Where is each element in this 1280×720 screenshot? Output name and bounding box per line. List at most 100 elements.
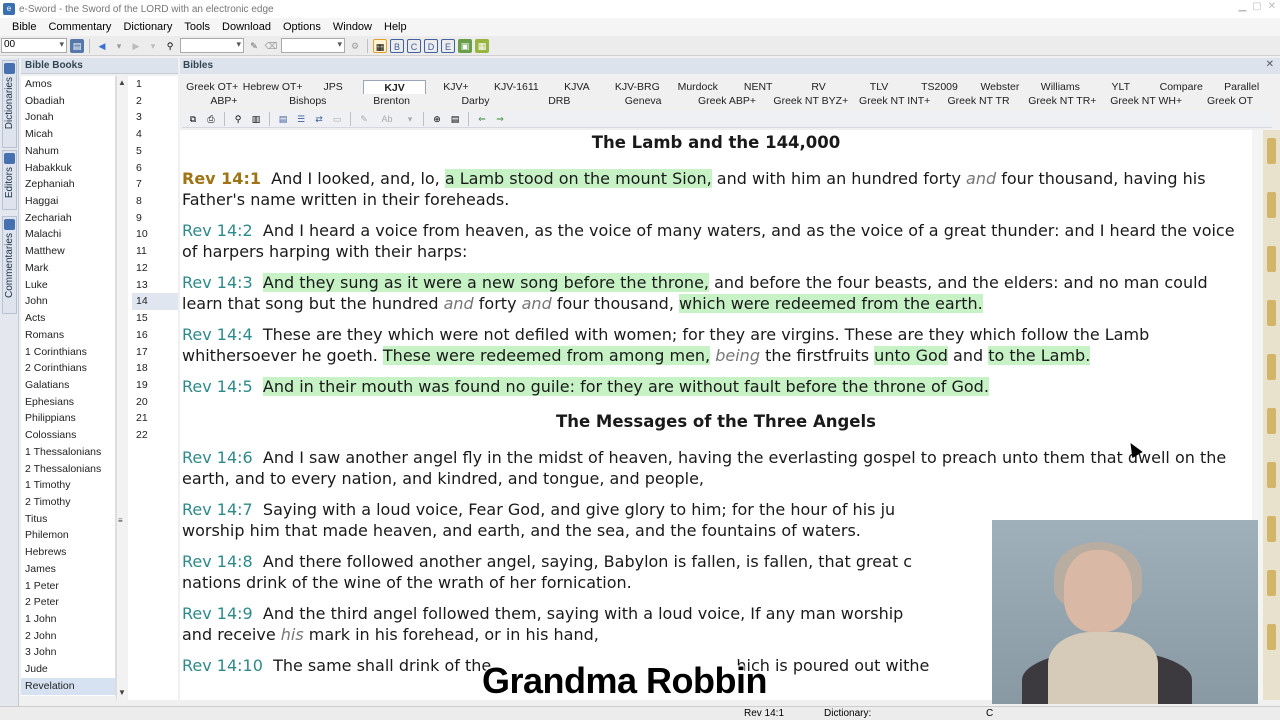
chapter-item[interactable]: 13 (132, 277, 178, 294)
bible-tab[interactable]: Compare (1151, 80, 1211, 94)
bible-tab[interactable]: Parallel (1211, 80, 1271, 94)
bookmark-tab-icon[interactable] (1267, 516, 1276, 542)
tab-editors[interactable]: Editors (2, 150, 17, 210)
book-item[interactable]: 1 John (21, 611, 115, 628)
tab-commentaries[interactable]: Commentaries (2, 216, 17, 314)
bible-tab[interactable]: Greek NT TR+ (1020, 94, 1104, 108)
forward-arrow-icon[interactable]: ▶ (129, 39, 143, 53)
print-icon[interactable]: ⎙ (204, 112, 218, 126)
book-item[interactable]: 1 Peter (21, 578, 115, 595)
bible-tab[interactable]: TS2009 (909, 80, 969, 94)
book-item[interactable]: James (21, 561, 115, 578)
chapter-item[interactable]: 12 (132, 260, 178, 277)
forward-dropdown-icon[interactable]: ▾ (146, 39, 160, 53)
highlight-color-combo[interactable] (281, 38, 345, 53)
bookmark-tab-icon[interactable] (1267, 354, 1276, 380)
book-item[interactable]: Luke (21, 277, 115, 294)
next-chapter-icon[interactable]: ⇒ (493, 112, 507, 126)
bible-tab[interactable]: KJV+ (426, 80, 486, 94)
book-item[interactable]: Haggai (21, 193, 115, 210)
chapter-item[interactable]: 6 (132, 160, 178, 177)
bookmark-tab-icon[interactable] (1267, 624, 1276, 650)
bible-tab[interactable]: Greek ABP+ (685, 94, 769, 108)
book-item[interactable]: Matthew (21, 243, 115, 260)
book-item[interactable]: Jonah (21, 109, 115, 126)
bookmark-tab-icon[interactable] (1267, 138, 1276, 164)
format-icon[interactable]: Ab (375, 112, 399, 126)
verse[interactable]: Rev 14:1 And I looked, and, lo, a Lamb s… (180, 168, 1252, 211)
image-icon[interactable]: ▣ (458, 38, 472, 53)
chapter-item[interactable]: 18 (132, 360, 178, 377)
bible-tab[interactable]: YLT (1091, 80, 1151, 94)
bookmark-tab-icon[interactable] (1267, 192, 1276, 218)
chapter-item[interactable]: 7 (132, 176, 178, 193)
bookmark-tab-icon[interactable] (1267, 570, 1276, 596)
chapter-item[interactable]: 9 (132, 210, 178, 227)
verse-ref[interactable]: Rev 14:3 (182, 273, 253, 292)
book-item[interactable]: 1 Corinthians (21, 344, 115, 361)
book-item[interactable]: Zechariah (21, 210, 115, 227)
layout-icon[interactable]: ▦ (373, 38, 387, 53)
bible-tab[interactable]: Greek NT WH+ (1104, 94, 1188, 108)
book-item[interactable]: Obadiah (21, 93, 115, 110)
chapter-item[interactable]: 4 (132, 126, 178, 143)
bible-tab[interactable]: Bishops (266, 94, 350, 108)
book-item[interactable]: Galatians (21, 377, 115, 394)
book-item[interactable]: Acts (21, 310, 115, 327)
menu-bible[interactable]: Bible (6, 21, 42, 33)
edit-icon[interactable]: ✎ (357, 112, 371, 126)
book-item[interactable]: Amos (21, 76, 115, 93)
notes-icon[interactable]: ▤ (276, 112, 290, 126)
columns-icon[interactable]: ▤ (448, 112, 462, 126)
book-item[interactable]: 2 Thessalonians (21, 461, 115, 478)
bible-tab[interactable]: KJV-1611 (486, 80, 546, 94)
verse-combo[interactable]: 00 (1, 38, 67, 53)
verse-ref[interactable]: Rev 14:2 (182, 221, 253, 240)
minimize-icon[interactable]: ▁ (1238, 1, 1246, 12)
menu-download[interactable]: Download (216, 21, 277, 33)
bible-tab[interactable]: KJV (363, 80, 426, 94)
verse-ref[interactable]: Rev 14:8 (182, 552, 253, 571)
book-item[interactable]: 2 Timothy (21, 494, 115, 511)
bible-tab[interactable]: ABP+ (182, 94, 266, 108)
highlighter-icon[interactable]: ✎ (247, 39, 261, 53)
book-item[interactable]: Philemon (21, 527, 115, 544)
book-item[interactable]: Hebrews (21, 544, 115, 561)
menu-window[interactable]: Window (327, 21, 378, 33)
close-pane-icon[interactable]: ✕ (1266, 59, 1274, 70)
verse-ref[interactable]: Rev 14:1 (182, 169, 261, 188)
bible-tab[interactable]: Hebrew OT+ (242, 80, 303, 94)
chapter-item[interactable]: 2 (132, 93, 178, 110)
verse[interactable]: Rev 14:3 And they sung as it were a new … (180, 272, 1252, 315)
chapter-item[interactable]: 20 (132, 394, 178, 411)
verse-ref[interactable]: Rev 14:9 (182, 604, 253, 623)
search-icon[interactable]: ⚲ (231, 112, 245, 126)
bible-tab[interactable]: TLV (849, 80, 909, 94)
bible-tab[interactable]: KJV-BRG (607, 80, 667, 94)
binoculars-search-icon[interactable]: ⚲ (163, 39, 177, 53)
bible-view-icon[interactable]: B (390, 38, 404, 53)
chapter-item[interactable]: 10 (132, 226, 178, 243)
bible-tab[interactable]: Greek OT (1188, 94, 1272, 108)
book-item[interactable]: Habakkuk (21, 160, 115, 177)
compare-icon[interactable]: ▭ (330, 112, 344, 126)
book-item[interactable]: John (21, 293, 115, 310)
eraser-icon[interactable]: ⌫ (264, 39, 278, 53)
books-scrollbar[interactable]: ▲ ≡ ▼ (116, 76, 127, 700)
book-item[interactable]: Romans (21, 327, 115, 344)
verse[interactable]: Rev 14:4 These are they which were not d… (180, 324, 1252, 367)
bible-tab[interactable]: KJVA (547, 80, 607, 94)
scroll-grip-icon[interactable]: ≡ (118, 516, 123, 525)
bible-tab[interactable]: JPS (303, 80, 363, 94)
menu-options[interactable]: Options (277, 21, 327, 33)
bible-tab[interactable]: Greek NT BYZ+ (769, 94, 853, 108)
bookmark-tab-icon[interactable] (1267, 462, 1276, 488)
bible-tab[interactable]: Greek NT INT+ (853, 94, 937, 108)
dropdown-icon[interactable]: ▾ (403, 112, 417, 126)
chapter-item[interactable]: 17 (132, 344, 178, 361)
book-item[interactable]: Nahum (21, 143, 115, 160)
book-item[interactable]: Zephaniah (21, 176, 115, 193)
verse-ref[interactable]: Rev 14:6 (182, 448, 253, 467)
bible-tab[interactable]: Williams (1030, 80, 1090, 94)
commentary-view-icon[interactable]: C (407, 38, 421, 53)
